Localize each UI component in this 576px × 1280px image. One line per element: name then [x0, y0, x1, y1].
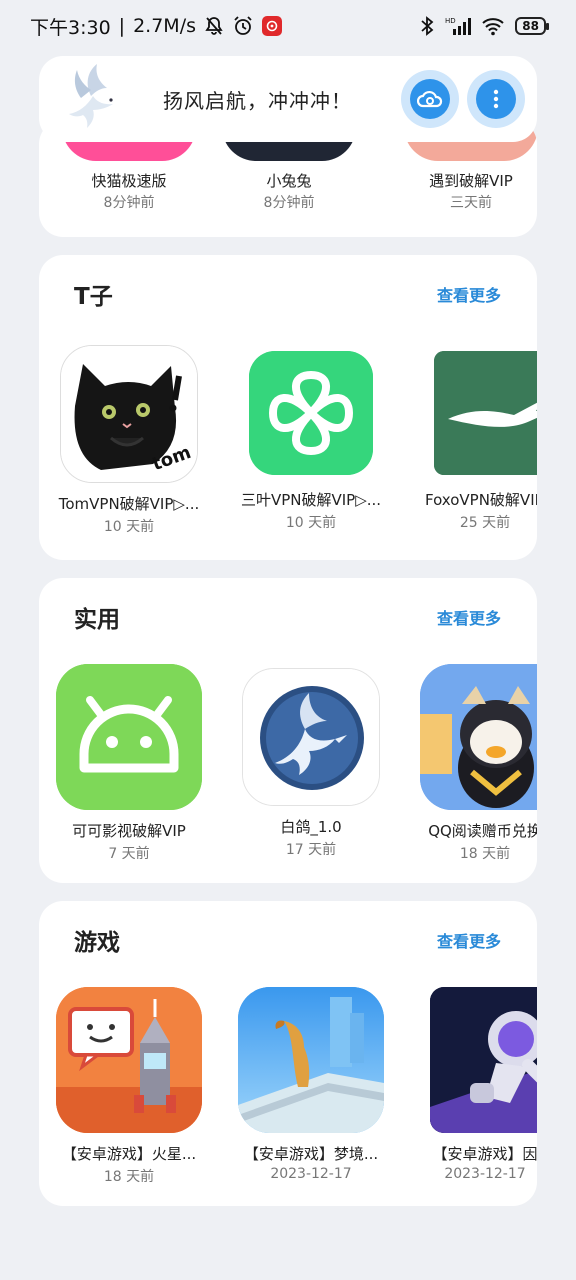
recent-app-time: 8分钟前 [103, 195, 155, 211]
astronaut-icon [430, 987, 537, 1133]
app-time: 17 天前 [285, 842, 337, 858]
battery-icon: 88 [515, 17, 549, 35]
app-item[interactable]: 【安卓游戏】梦境... 2023-12-17 [226, 987, 396, 1182]
section-games: 游戏 查看更多 【安卓游戏】火星... 18 天前 【安卓游戏】梦境... 20… [39, 901, 537, 1206]
bell-off-icon [204, 16, 224, 36]
app-item[interactable]: 【安卓游戏】因 2023-12-17 [415, 987, 537, 1182]
bluetooth-icon [419, 15, 435, 37]
alarm-icon [232, 15, 254, 37]
section-title: T子 [74, 284, 113, 310]
app-item[interactable]: 白鸽_1.0 17 天前 [226, 664, 396, 859]
app-name: 【安卓游戏】火星... [61, 1145, 197, 1163]
app-name: TomVPN破解VIP▷... [58, 495, 200, 513]
app-time: 2023-12-17 [444, 1166, 526, 1182]
dove-logo [61, 62, 123, 136]
view-more-link[interactable]: 查看更多 [437, 282, 501, 306]
view-more-link[interactable]: 查看更多 [437, 605, 501, 629]
cloud-sync-icon [410, 79, 450, 119]
dream-path-icon [238, 987, 384, 1133]
android-icon [56, 664, 202, 810]
status-right: HD 88 [419, 15, 549, 37]
app-name: 【安卓游戏】因 [432, 1145, 537, 1163]
penguin-icon [420, 664, 537, 810]
app-time: 25 天前 [459, 515, 511, 531]
app-item[interactable]: 【安卓游戏】火星... 18 天前 [44, 987, 214, 1186]
network-speed: 2.7M/s [133, 15, 196, 37]
recent-app-time: 三天前 [450, 195, 492, 211]
app-item[interactable]: FoxoVPN破解VIP 25 天前 [415, 341, 537, 532]
clock: 下午3:30 [30, 16, 111, 39]
black-cat-icon: tom [60, 345, 198, 483]
app-name: 【安卓游戏】梦境... [243, 1145, 379, 1163]
app-name: FoxoVPN破解VIP [425, 491, 537, 509]
header-slogan: 扬风启航，冲冲冲！ [163, 88, 352, 113]
app-time: 18 天前 [459, 846, 511, 862]
wifi-icon [481, 16, 505, 36]
recent-app-name: 小兔兔 [266, 172, 312, 190]
app-name: 三叶VPN破解VIP▷... [240, 491, 382, 509]
app-time: 10 天前 [285, 515, 337, 531]
signal-icon: HD [445, 16, 472, 36]
status-separator: | [118, 15, 126, 37]
app-time: 10 天前 [103, 519, 155, 535]
header-card: 扬风启航，冲冲冲！ [39, 56, 537, 142]
cloud-sync-button[interactable] [401, 70, 459, 128]
svg-text:HD: HD [445, 17, 456, 25]
recent-app-name: 快猫极速版 [91, 172, 167, 190]
app-time: 7 天前 [108, 846, 150, 862]
more-vertical-icon [476, 79, 516, 119]
section-title: 游戏 [74, 930, 120, 956]
app-item[interactable]: 三叶VPN破解VIP▷... 10 天前 [226, 341, 396, 532]
dove-icon [242, 668, 380, 806]
app-name: 可可影视破解VIP [72, 822, 186, 840]
app-item[interactable]: QQ阅读赠币兑换 18 天前 [415, 664, 537, 863]
recent-app-name: 遇到破解VIP [429, 172, 513, 190]
section-utility: 实用 查看更多 可可影视破解VIP 7 天前 白鸽_1.0 17 天前 QQ阅读… [39, 578, 537, 883]
pixel-rocket-icon [56, 987, 202, 1133]
app-item[interactable]: tom TomVPN破解VIP▷... 10 天前 [44, 341, 214, 536]
status-bar: 下午3:30 | 2.7M/s HD 88 [0, 0, 576, 52]
app-name: QQ阅读赠币兑换 [428, 822, 537, 840]
status-left: 下午3:30 | 2.7M/s [30, 13, 282, 40]
fox-icon [434, 351, 537, 475]
app-time: 2023-12-17 [270, 1166, 352, 1182]
netease-music-icon [262, 16, 282, 36]
app-time: 18 天前 [103, 1169, 155, 1185]
app-item[interactable]: 可可影视破解VIP 7 天前 [44, 664, 214, 863]
more-menu-button[interactable] [467, 70, 525, 128]
section-title: 实用 [74, 607, 120, 633]
app-name: 白鸽_1.0 [280, 818, 342, 836]
clover-icon [249, 351, 373, 475]
view-more-link[interactable]: 查看更多 [437, 928, 501, 952]
recent-app-time: 8分钟前 [263, 195, 315, 211]
section-tzi: T子 查看更多 tom TomVPN破解VIP▷... 10 天前 三叶VPN破… [39, 255, 537, 560]
